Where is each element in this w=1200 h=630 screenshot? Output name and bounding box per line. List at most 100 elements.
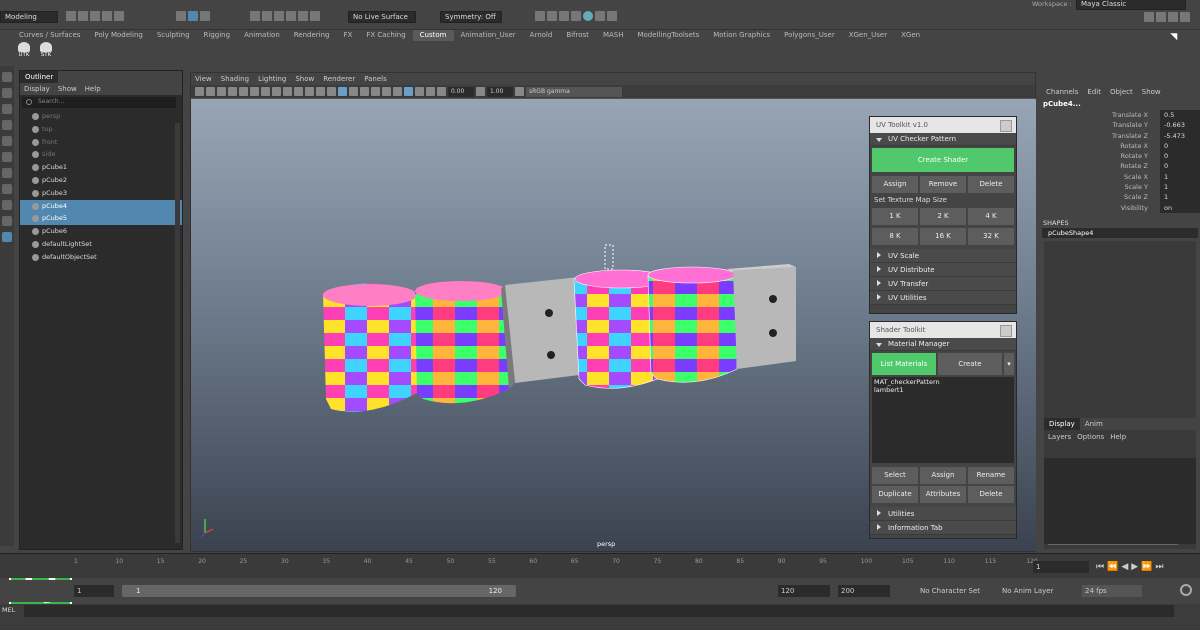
textured-icon[interactable] (349, 87, 358, 96)
attribute-value[interactable]: 0 (1160, 161, 1200, 172)
shelf-tab[interactable]: XGen (894, 30, 927, 41)
cube-pcube3[interactable] (501, 277, 579, 389)
channel-attribute[interactable]: Translate Z -5.473 (1040, 130, 1200, 141)
select-tool-icon[interactable] (2, 72, 12, 82)
uv-transfer-section[interactable]: UV Transfer (870, 277, 1016, 291)
ipr-render-icon[interactable] (547, 11, 557, 21)
select-component-icon[interactable] (200, 11, 210, 21)
undo-icon[interactable] (102, 11, 112, 21)
outliner-search[interactable]: Search... (22, 97, 176, 108)
next-key-icon[interactable]: ⏩ (1141, 562, 1155, 572)
image-plane-icon[interactable] (228, 87, 237, 96)
fps-dropdown[interactable]: 24 fps (1082, 585, 1142, 597)
film-gate-icon[interactable] (250, 87, 259, 96)
assign-material-button[interactable]: Assign (920, 467, 966, 484)
size-2k-button[interactable]: 2 K (920, 208, 966, 225)
outliner-menu-help[interactable]: Help (85, 85, 101, 93)
attribute-value[interactable]: 0 (1160, 151, 1200, 162)
size-16k-button[interactable]: 16 K (920, 228, 966, 245)
shelf-tab[interactable]: ModellingToolsets (630, 30, 706, 41)
outliner-item[interactable]: persp (20, 110, 182, 123)
outliner-menu-show[interactable]: Show (58, 85, 77, 93)
last-tool-icon[interactable] (2, 168, 12, 178)
shelf-tab[interactable]: Bifrost (559, 30, 596, 41)
attribute-value[interactable]: 0 (1160, 140, 1200, 152)
shelf-tab[interactable]: Custom (412, 30, 454, 41)
cb-menu-object[interactable]: Object (1110, 88, 1133, 96)
cb-menu-channels[interactable]: Channels (1046, 88, 1078, 96)
magnet-icon[interactable] (310, 11, 320, 21)
material-manager-section[interactable]: Material Manager (870, 338, 1016, 351)
xray-joints-icon[interactable] (415, 87, 424, 96)
move-tool-icon[interactable] (2, 120, 12, 130)
attribute-value[interactable]: 1 (1160, 182, 1200, 193)
material-list[interactable]: MAT_checkerPattern lambert1 (872, 377, 1014, 463)
menu-set-dropdown[interactable]: Modeling (0, 11, 58, 23)
hypershade-icon[interactable] (571, 11, 581, 21)
end-frame-field[interactable]: 120 (778, 585, 830, 597)
bookmark-icon[interactable] (217, 87, 226, 96)
attribute-value[interactable]: on (1160, 202, 1200, 213)
shape-node[interactable]: pCubeShape4 (1042, 227, 1198, 238)
shelf-tab[interactable]: Rendering (287, 30, 337, 41)
ambient-occlusion-icon[interactable] (382, 87, 391, 96)
viewport-scene[interactable]: persp UV Toolkit v1.0 UV Checker Pattern… (191, 99, 1036, 551)
lights-icon[interactable] (360, 87, 369, 96)
create-shader-button[interactable]: Create Shader (872, 148, 1014, 172)
outliner-menu-display[interactable]: Display (24, 85, 50, 93)
shadows-icon[interactable] (371, 87, 380, 96)
layer-menu-help[interactable]: Help (1110, 433, 1126, 441)
outliner-item[interactable]: side (20, 148, 182, 161)
attribute-value[interactable]: 1 (1160, 171, 1200, 183)
material-item[interactable]: lambert1 (874, 386, 1012, 395)
select-button[interactable]: Select (872, 467, 918, 484)
symmetry-dropdown[interactable]: Symmetry: Off (440, 11, 502, 23)
character-set-dropdown[interactable]: No Character Set (920, 585, 1000, 597)
gamma-field[interactable]: 1.00 (487, 86, 513, 97)
anim-layer-dropdown[interactable]: No Anim Layer (1002, 585, 1080, 597)
select-object-icon[interactable] (188, 11, 198, 21)
camera-icon[interactable] (195, 87, 204, 96)
rename-button[interactable]: Rename (968, 467, 1014, 484)
vp-menu-panels[interactable]: Panels (364, 75, 387, 83)
attributes-button[interactable]: Attributes (920, 486, 966, 503)
four-view-layout-icon[interactable] (2, 200, 12, 210)
outliner-item[interactable]: pCube4 (20, 199, 182, 213)
wireframe-on-shaded-icon[interactable] (338, 87, 347, 96)
playblast-icon[interactable] (595, 11, 605, 21)
shelf-button-stk[interactable]: STK (40, 42, 52, 58)
delete-material-button[interactable]: Delete (968, 486, 1014, 503)
channel-attribute[interactable]: Rotate X 0 (1040, 140, 1200, 152)
outliner-item[interactable]: pCube3 (20, 187, 182, 200)
new-scene-icon[interactable] (66, 11, 76, 21)
range-bar[interactable]: 1 120 (122, 585, 516, 597)
shelf-tab[interactable]: Poly Modeling (87, 30, 149, 41)
shelf-button-utk[interactable]: UTK (18, 42, 30, 58)
attribute-value[interactable]: -0.663 (1160, 120, 1200, 131)
attribute-editor-icon[interactable] (1168, 12, 1178, 22)
xray-icon[interactable] (404, 87, 413, 96)
channel-attribute[interactable]: Scale Y 1 (1040, 182, 1200, 193)
lasso-tool-icon[interactable] (2, 88, 12, 98)
channel-attribute[interactable]: Translate X 0.5 (1040, 110, 1200, 121)
shelf-tab[interactable]: Motion Graphics (706, 30, 777, 41)
information-tab-section[interactable]: Information Tab (870, 521, 1016, 535)
outliner-item[interactable]: pCube5 (20, 212, 182, 226)
current-frame-field[interactable]: 1 (1033, 561, 1089, 573)
attribute-value[interactable]: 1 (1160, 192, 1200, 203)
save-scene-icon[interactable] (90, 11, 100, 21)
shelf-tab[interactable]: Polygons_User (777, 30, 842, 41)
cube-pcube6[interactable] (727, 264, 796, 369)
outliner-item[interactable]: defaultLightSet (20, 238, 182, 251)
prev-key-icon[interactable]: ◀ (1121, 562, 1131, 572)
wireframe-icon[interactable] (316, 87, 325, 96)
shelf-tab[interactable]: FX (337, 30, 360, 41)
max-frame-field[interactable]: 200 (838, 585, 890, 597)
cb-menu-show[interactable]: Show (1142, 88, 1161, 96)
gamma-icon[interactable] (476, 87, 485, 96)
shelf-tab[interactable]: Animation_User (454, 30, 523, 41)
vp-menu-view[interactable]: View (195, 75, 212, 83)
channel-attribute[interactable]: Visibility on (1040, 202, 1200, 213)
create-dropdown-arrow[interactable]: ▾ (1004, 353, 1014, 375)
channel-attribute[interactable]: Scale Z 1 (1040, 192, 1200, 203)
